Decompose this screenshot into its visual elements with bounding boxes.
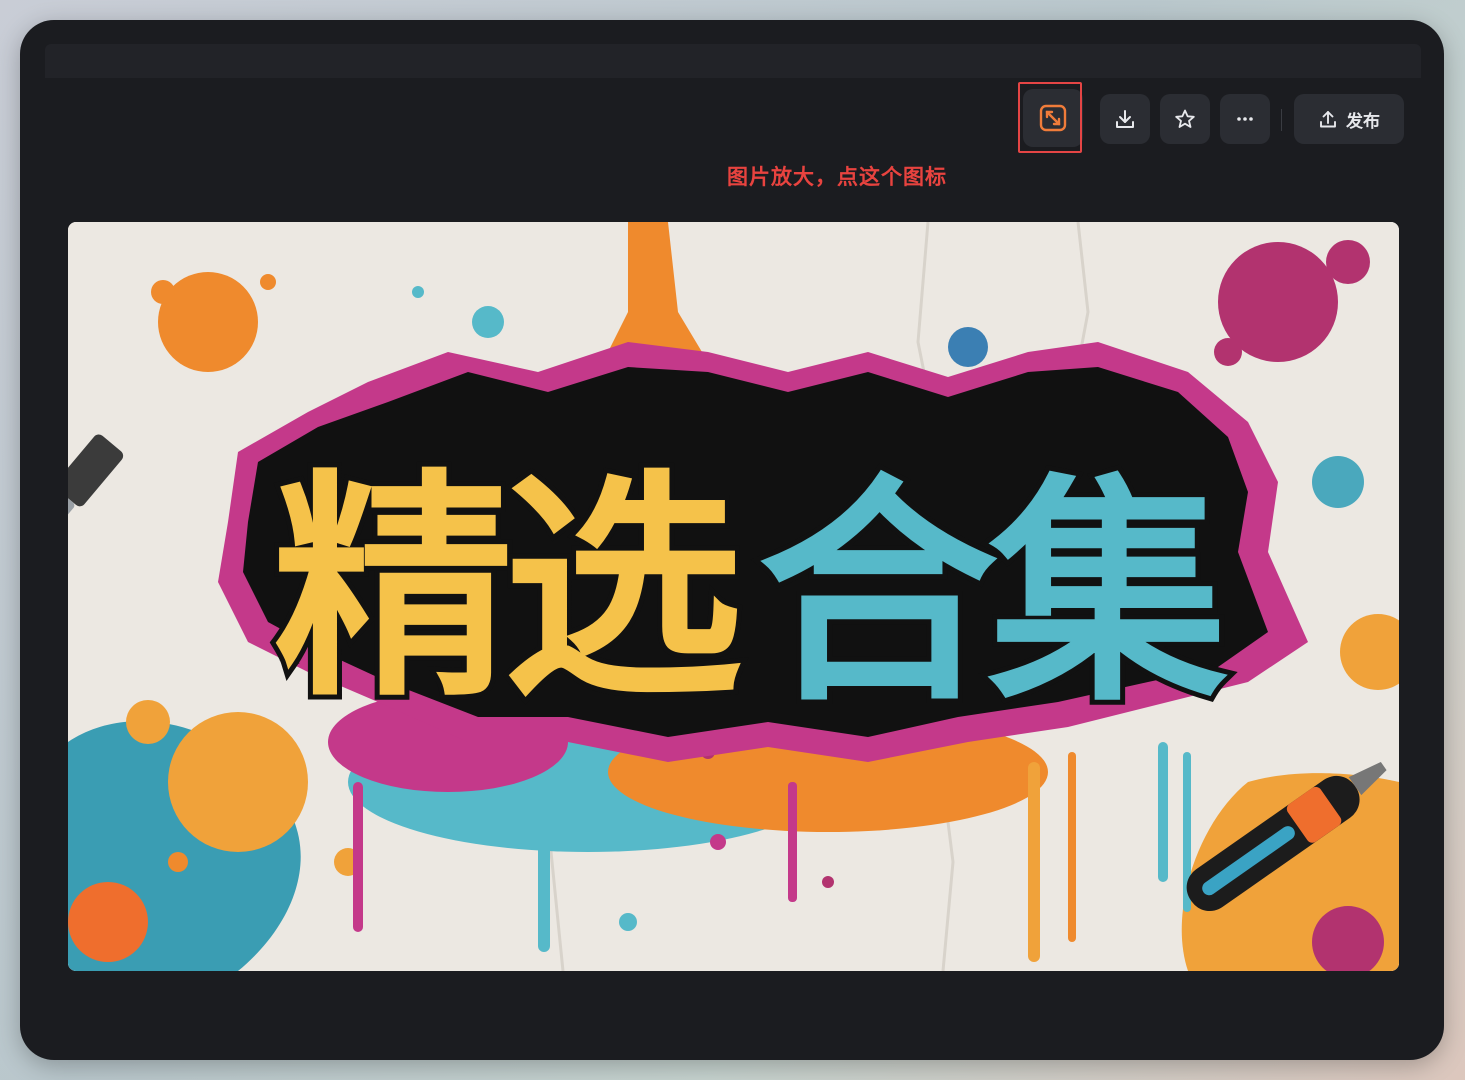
- generated-image[interactable]: 精选 合集: [68, 222, 1399, 971]
- annotation-text: 图片放大，点这个图标: [727, 165, 947, 189]
- more-dots-icon: [1234, 108, 1256, 130]
- zoom-expand-icon: [1038, 103, 1068, 133]
- download-button[interactable]: [1100, 94, 1150, 144]
- favorite-button[interactable]: [1160, 94, 1210, 144]
- publish-label: 发布: [1346, 111, 1380, 132]
- image-viewer-window: 发布 图片放大，点这个图标 精选 合集: [20, 20, 1444, 1060]
- title-text-yellow: 精选: [273, 449, 741, 729]
- more-options-button[interactable]: [1220, 94, 1270, 144]
- title-text-cyan: 合集: [758, 454, 1228, 734]
- upload-icon: [1318, 109, 1338, 129]
- publish-button[interactable]: 发布: [1294, 94, 1404, 144]
- toolbar-divider: [1281, 109, 1282, 131]
- zoom-image-button[interactable]: [1023, 89, 1083, 147]
- star-icon: [1174, 108, 1196, 130]
- download-icon: [1114, 108, 1136, 130]
- window-top-bar: [45, 44, 1421, 78]
